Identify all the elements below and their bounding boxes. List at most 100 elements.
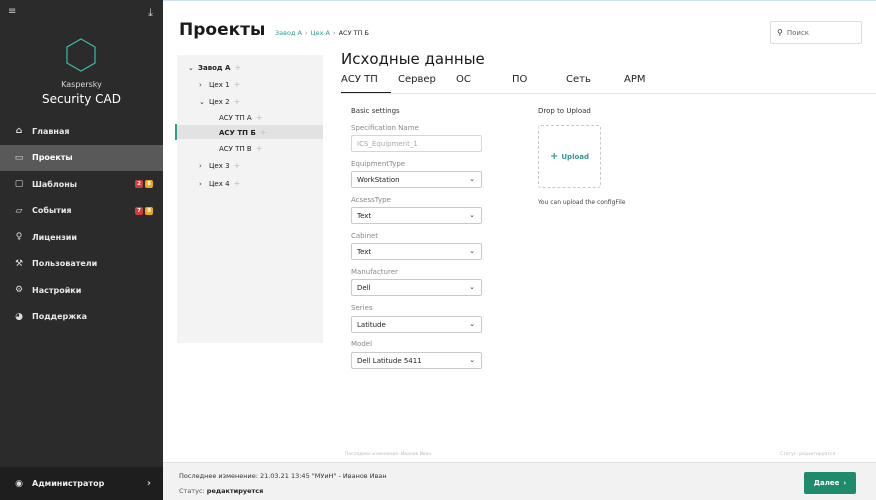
template-icon: ▢ bbox=[14, 179, 24, 190]
tree-node-label: Цех 1 bbox=[209, 80, 230, 89]
tree-node-label: АСУ ТП А bbox=[219, 113, 252, 122]
series-select[interactable]: Latitude ⌄ bbox=[351, 316, 482, 333]
search-input[interactable]: ⚲ Поиск bbox=[770, 21, 862, 44]
sidebar-nav: ⌂ Главная ▭ Проекты ▢ Шаблоны 2 8 ▱ Собы… bbox=[0, 118, 163, 330]
tab-asu-tp[interactable]: АСУ ТП bbox=[341, 74, 378, 85]
cabinet-select[interactable]: Text ⌄ bbox=[351, 243, 482, 260]
chevron-right-icon[interactable]: › bbox=[199, 162, 209, 170]
status-badge: 8 bbox=[145, 180, 153, 189]
section-title: Исходные данные bbox=[341, 50, 485, 68]
add-icon[interactable]: + bbox=[260, 128, 267, 137]
sidebar-item-events[interactable]: ▱ События 7 8 bbox=[0, 198, 163, 225]
equipment-type-select[interactable]: WorkStation ⌄ bbox=[351, 171, 482, 188]
tree-node-ceh-4[interactable]: › Цех 4 + bbox=[199, 177, 240, 190]
plus-icon: + bbox=[549, 151, 559, 162]
equipment-type-label: EquipmentType bbox=[351, 160, 406, 168]
tree-node-asu-tp-a[interactable]: АСУ ТП А + bbox=[219, 111, 262, 124]
upload-hint: You can upload the configFile bbox=[538, 199, 626, 206]
footer: Последнее изменение: 21.03.21 13:45 "МУи… bbox=[163, 462, 876, 500]
manufacturer-label: Manufacturer bbox=[351, 268, 398, 276]
access-type-label: AcsessType bbox=[351, 196, 391, 204]
breadcrumb-separator: › bbox=[304, 29, 308, 37]
upload-button-label: Upload bbox=[561, 152, 590, 161]
chevron-down-icon[interactable]: ⌄ bbox=[188, 64, 198, 72]
chevron-right-icon: › bbox=[843, 479, 847, 487]
tree-node-label: АСУ ТП В bbox=[219, 144, 252, 153]
status-value: редактируется bbox=[206, 487, 264, 495]
add-icon[interactable]: + bbox=[234, 179, 241, 188]
faint-last-change: Последнее изменение: Иванов Иван bbox=[345, 452, 432, 457]
breadcrumb-separator: › bbox=[332, 29, 336, 37]
key-icon: ♀ bbox=[15, 232, 23, 243]
tab-server[interactable]: Сервер bbox=[398, 74, 436, 85]
tree-node-ceh-1[interactable]: › Цех 1 + bbox=[199, 78, 240, 91]
chevron-right-icon: › bbox=[146, 478, 151, 489]
tab-arm[interactable]: АРМ bbox=[624, 74, 646, 85]
sidebar-item-support[interactable]: ◕ Поддержка bbox=[0, 304, 163, 331]
user-name: Администратор bbox=[32, 479, 105, 488]
status-badge: 7 bbox=[135, 206, 143, 215]
tab-po[interactable]: ПО bbox=[512, 74, 527, 85]
tree-selection-indicator bbox=[175, 124, 177, 140]
next-button[interactable]: Далее › bbox=[804, 472, 856, 494]
chevron-right-icon[interactable]: › bbox=[199, 180, 209, 188]
sidebar-item-users[interactable]: ⚒ Пользователи bbox=[0, 251, 163, 278]
tree-node-label: Цех 2 bbox=[209, 97, 230, 106]
model-select[interactable]: Dell Latitude 5411 ⌄ bbox=[351, 352, 482, 369]
add-icon[interactable]: + bbox=[234, 97, 241, 106]
manufacturer-select[interactable]: Dell ⌄ bbox=[351, 279, 482, 296]
breadcrumb-current: АСУ ТП Б bbox=[338, 29, 369, 37]
add-icon[interactable]: + bbox=[234, 80, 241, 89]
tab-os[interactable]: ОС bbox=[456, 74, 471, 85]
chevron-down-icon: ⌄ bbox=[469, 356, 475, 364]
chat-icon: ▱ bbox=[15, 205, 23, 216]
add-icon[interactable]: + bbox=[256, 144, 263, 153]
user-icon: ◉ bbox=[15, 478, 23, 489]
tab-network[interactable]: Сеть bbox=[566, 74, 591, 85]
breadcrumb-item[interactable]: Цех А bbox=[311, 29, 330, 37]
tree-node-label: Завод А bbox=[198, 63, 231, 72]
tree-node-ceh-2[interactable]: ⌄ Цех 2 + bbox=[199, 95, 240, 108]
tree-node-zavod-a[interactable]: ⌄ Завод А + bbox=[188, 61, 241, 74]
tree-node-label: АСУ ТП Б bbox=[219, 128, 256, 137]
drop-to-upload-title: Drop to Upload bbox=[538, 107, 591, 115]
sidebar-item-templates[interactable]: ▢ Шаблоны 2 8 bbox=[0, 171, 163, 198]
tree-node-ceh-3[interactable]: › Цех 3 + bbox=[199, 159, 240, 172]
add-icon[interactable]: + bbox=[234, 161, 241, 170]
breadcrumb: Завод А › Цех А › АСУ ТП Б bbox=[275, 29, 369, 37]
faint-status: Статус: редактируется bbox=[780, 452, 836, 457]
add-icon[interactable]: + bbox=[256, 113, 263, 122]
wrench-icon: ⚒ bbox=[14, 258, 24, 269]
access-type-select[interactable]: Text ⌄ bbox=[351, 207, 482, 224]
select-value: Dell bbox=[357, 283, 371, 292]
spec-name-input[interactable]: ICS_Equipment_1 bbox=[351, 135, 482, 152]
status-label: Статус: bbox=[179, 487, 205, 495]
sidebar-item-settings[interactable]: ⚙ Настройки bbox=[0, 277, 163, 304]
download-icon[interactable]: ⤓ bbox=[148, 6, 153, 20]
sidebar-item-licenses[interactable]: ♀ Лицензии bbox=[0, 224, 163, 251]
upload-dropzone[interactable]: + Upload bbox=[538, 125, 601, 188]
series-label: Series bbox=[351, 304, 373, 312]
user-menu[interactable]: ◉ Администратор › bbox=[0, 467, 163, 500]
sidebar-item-label: Главная bbox=[32, 126, 70, 136]
sidebar-item-label: Лицензии bbox=[32, 232, 77, 242]
sidebar-item-label: Проекты bbox=[32, 153, 73, 163]
chevron-down-icon: ⌄ bbox=[469, 211, 475, 219]
breadcrumb-item[interactable]: Завод А bbox=[275, 29, 302, 37]
sidebar-item-projects[interactable]: ▭ Проекты bbox=[0, 144, 163, 171]
logo-hexagon-icon bbox=[66, 38, 96, 72]
support-icon: ◕ bbox=[15, 311, 23, 322]
gear-icon: ⚙ bbox=[14, 285, 24, 296]
chevron-down-icon[interactable]: ⌄ bbox=[199, 98, 209, 106]
add-icon[interactable]: + bbox=[234, 63, 241, 72]
sidebar-item-home[interactable]: ⌂ Главная bbox=[0, 118, 163, 145]
menu-icon[interactable]: ≡ bbox=[8, 7, 17, 17]
chevron-right-icon[interactable]: › bbox=[199, 81, 209, 89]
sidebar-top: ≡ ⤓ bbox=[8, 6, 155, 21]
tree-node-label: Цех 4 bbox=[209, 179, 230, 188]
tree-node-asu-tp-v[interactable]: АСУ ТП В + bbox=[219, 142, 262, 155]
tree-node-asu-tp-b[interactable]: АСУ ТП Б + bbox=[219, 126, 267, 139]
sidebar-item-label: События bbox=[32, 206, 72, 216]
sidebar-item-label: Поддержка bbox=[32, 312, 88, 322]
chevron-down-icon: ⌄ bbox=[469, 320, 475, 328]
